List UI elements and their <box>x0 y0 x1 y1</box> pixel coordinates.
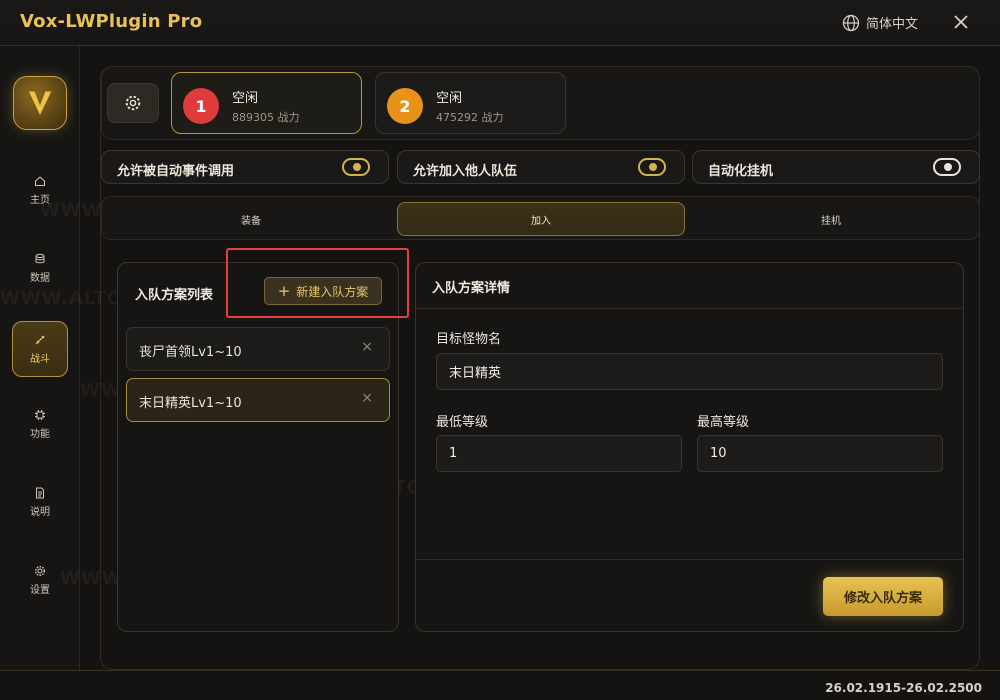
toggle-switch-on[interactable] <box>638 158 666 176</box>
character-status: 空闲 <box>232 91 259 106</box>
character-status: 空闲 <box>436 91 463 106</box>
character-settings-button[interactable] <box>107 83 159 123</box>
status-bar: 26.02.1915-26.02.2500 <box>0 670 1000 700</box>
modify-plan-button[interactable]: 修改入队方案 <box>823 577 943 616</box>
app-title: Vox-LWPlugin Pro <box>20 11 203 32</box>
character-power: 889305 战力 <box>232 111 300 124</box>
sidebar-item-battle[interactable]: 战斗 <box>12 321 68 377</box>
plan-list-panel <box>117 262 399 632</box>
target-monster-input[interactable]: 末日精英 <box>436 353 943 390</box>
sidebar-item-home[interactable]: 主页 <box>12 162 68 218</box>
tab-idle[interactable]: 挂机 <box>687 202 975 236</box>
sidebar-item-label: 战斗 <box>30 353 50 365</box>
toggle-label: 允许被自动事件调用 <box>117 164 235 179</box>
toggle-auto-event[interactable]: 允许被自动事件调用 <box>101 150 389 184</box>
sidebar-item-label: 数据 <box>30 272 50 284</box>
sidebar-item-settings[interactable]: 设置 <box>12 552 68 608</box>
toggle-join-others[interactable]: 允许加入他人队伍 <box>397 150 685 184</box>
plus-icon: + <box>277 282 291 300</box>
sword-icon <box>35 335 45 344</box>
logo-v-icon <box>27 90 53 118</box>
max-level-value: 10 <box>710 446 727 461</box>
version-text: 26.02.1915-26.02.2500 <box>825 681 982 695</box>
character-power: 475292 战力 <box>436 111 504 124</box>
min-level-value: 1 <box>449 446 458 461</box>
tab-bar: 装备 加入 挂机 <box>101 196 980 240</box>
database-icon <box>35 253 45 263</box>
gear-icon <box>34 565 46 576</box>
delete-icon[interactable]: × <box>361 339 373 355</box>
new-plan-label: 新建入队方案 <box>296 284 369 299</box>
plan-name: 末日精英Lv1~10 <box>139 396 242 411</box>
target-monster-label: 目标怪物名 <box>436 332 502 347</box>
list-item[interactable]: 末日精英Lv1~10 × <box>126 378 390 422</box>
sidebar-item-label: 设置 <box>30 584 50 596</box>
plan-list-title: 入队方案列表 <box>135 288 214 303</box>
delete-icon[interactable]: × <box>361 390 373 406</box>
close-button[interactable] <box>950 10 972 34</box>
sidebar-item-features[interactable]: 功能 <box>12 396 68 452</box>
toggle-auto-idle[interactable]: 自动化挂机 <box>692 150 980 184</box>
sidebar-item-label: 主页 <box>30 194 50 206</box>
min-level-label: 最低等级 <box>436 415 489 430</box>
sidebar-item-data[interactable]: 数据 <box>12 240 68 296</box>
target-monster-value: 末日精英 <box>449 366 502 381</box>
character-card-2[interactable]: 2 空闲 475292 战力 <box>375 72 566 134</box>
list-item[interactable]: 丧尸首领Lv1~10 × <box>126 327 390 371</box>
character-number-badge: 2 <box>387 88 423 124</box>
divider <box>416 559 963 560</box>
divider <box>416 308 963 309</box>
language-label: 简体中文 <box>866 17 919 32</box>
new-plan-button[interactable]: + 新建入队方案 <box>264 277 382 305</box>
close-icon <box>954 15 968 29</box>
sidebar-item-label: 功能 <box>30 428 50 440</box>
plan-name: 丧尸首领Lv1~10 <box>139 345 242 360</box>
character-number-badge: 1 <box>183 88 219 124</box>
plan-detail-title: 入队方案详情 <box>432 281 511 296</box>
language-selector[interactable]: 简体中文 <box>842 13 918 32</box>
character-card-1[interactable]: 1 空闲 889305 战力 <box>171 72 362 134</box>
tab-join[interactable]: 加入 <box>397 202 685 236</box>
chip-icon <box>35 409 45 420</box>
max-level-input[interactable]: 10 <box>697 435 943 472</box>
gear-icon <box>125 95 141 111</box>
tab-equipment[interactable]: 装备 <box>107 202 395 236</box>
min-level-input[interactable]: 1 <box>436 435 682 472</box>
toggle-switch-off[interactable] <box>933 158 961 176</box>
home-icon <box>35 175 45 186</box>
sidebar-item-help[interactable]: 说明 <box>12 474 68 530</box>
max-level-label: 最高等级 <box>697 415 750 430</box>
document-icon <box>36 487 44 498</box>
app-logo <box>13 76 67 130</box>
toggle-switch-on[interactable] <box>342 158 370 176</box>
toggle-label: 允许加入他人队伍 <box>413 164 518 179</box>
sidebar-item-label: 说明 <box>30 506 50 518</box>
title-bar: Vox-LWPlugin Pro 简体中文 <box>0 0 1000 46</box>
toggle-label: 自动化挂机 <box>708 164 774 179</box>
globe-icon <box>842 14 860 31</box>
sidebar: 主页 数据 战斗 功能 说明 设置 <box>0 46 80 670</box>
